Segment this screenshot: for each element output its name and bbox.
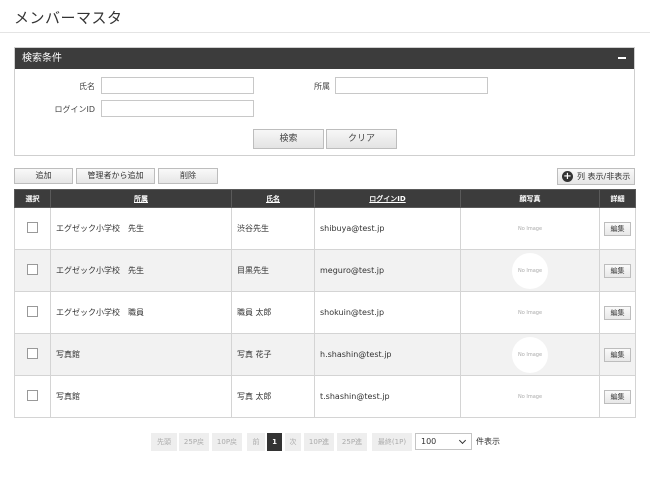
clear-button[interactable]: クリア (326, 129, 397, 149)
header-affiliation[interactable]: 所属 (50, 189, 232, 208)
title-divider (0, 32, 650, 33)
collapse-icon[interactable] (618, 57, 626, 59)
edit-button[interactable]: 編集 (604, 263, 631, 278)
search-panel-header[interactable]: 検索条件 (15, 48, 634, 69)
login-id-label: ログインID (54, 105, 95, 114)
page-back-10[interactable]: 10P戻 (212, 433, 242, 451)
header-name[interactable]: 氏名 (231, 189, 315, 208)
login-id-cell: shokuin@test.jp (314, 291, 461, 334)
header-name-label: 氏名 (266, 194, 280, 203)
header-detail: 詳細 (599, 189, 636, 208)
login-id-cell: shibuya@test.jp (314, 207, 461, 250)
detail-cell: 編集 (599, 249, 636, 292)
header-login-id[interactable]: ログインID (314, 189, 461, 208)
detail-cell: 編集 (599, 291, 636, 334)
login-id-cell: meguro@test.jp (314, 249, 461, 292)
detail-cell: 編集 (599, 333, 636, 376)
affiliation-cell: エグゼック小学校 職員 (50, 291, 232, 334)
header-photo: 顔写真 (460, 189, 600, 208)
page-forward-25[interactable]: 25P進 (337, 433, 367, 451)
page-title: メンバーマスタ (14, 9, 123, 27)
name-label: 氏名 (79, 82, 95, 91)
edit-button[interactable]: 編集 (604, 305, 631, 320)
photo-cell: No Image (460, 333, 600, 376)
no-image-placeholder: No Image (512, 252, 548, 289)
row-checkbox[interactable] (27, 222, 38, 233)
page-back-25[interactable]: 25P戻 (179, 433, 209, 451)
plus-circle-icon: + (562, 171, 573, 182)
select-cell (14, 375, 51, 418)
chevron-down-icon (458, 436, 467, 445)
table-row: 写真館 写真 花子 h.shashin@test.jp No Image 編集 (14, 333, 636, 376)
table-row: エグゼック小学校 先生 渋谷先生 shibuya@test.jp No Imag… (14, 207, 636, 250)
table-row: エグゼック小学校 職員 職員 太郎 shokuin@test.jp No Ima… (14, 291, 636, 334)
column-toggle-label: 列 表示/非表示 (577, 172, 631, 181)
delete-button[interactable]: 削除 (158, 168, 218, 184)
table-row: エグゼック小学校 先生 目黒先生 meguro@test.jp No Image… (14, 249, 636, 292)
edit-button[interactable]: 編集 (604, 347, 631, 362)
edit-button[interactable]: 編集 (604, 221, 631, 236)
detail-cell: 編集 (599, 375, 636, 418)
row-checkbox[interactable] (27, 264, 38, 275)
no-image-placeholder: No Image (517, 225, 543, 232)
table-header-row: 選択 所属 氏名 ログインID 顔写真 詳細 (14, 189, 636, 208)
per-page-select[interactable]: 100 (415, 433, 472, 450)
select-cell (14, 333, 51, 376)
per-page-value: 100 (421, 437, 437, 446)
photo-cell: No Image (460, 291, 600, 334)
affiliation-cell: エグゼック小学校 先生 (50, 249, 232, 292)
search-panel: 検索条件 氏名 所属 ログインID 検索 クリア (14, 47, 635, 156)
name-cell: 渋谷先生 (231, 207, 315, 250)
row-checkbox[interactable] (27, 348, 38, 359)
name-cell: 写真 太郎 (231, 375, 315, 418)
row-checkbox[interactable] (27, 390, 38, 401)
add-button[interactable]: 追加 (14, 168, 73, 184)
login-id-input[interactable] (101, 100, 254, 117)
photo-cell: No Image (460, 207, 600, 250)
member-table: 選択 所属 氏名 ログインID 顔写真 詳細 エグゼック小学校 先生 渋谷先生 … (14, 189, 636, 418)
affiliation-cell: エグゼック小学校 先生 (50, 207, 232, 250)
header-select: 選択 (14, 189, 51, 208)
page-prev[interactable]: 前 (247, 433, 265, 451)
table-row: 写真館 写真 太郎 t.shashin@test.jp No Image 編集 (14, 375, 636, 418)
affiliation-cell: 写真館 (50, 375, 232, 418)
name-cell: 写真 花子 (231, 333, 315, 376)
login-id-cell: h.shashin@test.jp (314, 333, 461, 376)
affiliation-input[interactable] (335, 77, 488, 94)
photo-cell: No Image (460, 249, 600, 292)
header-affiliation-label: 所属 (134, 194, 148, 203)
search-panel-title: 検索条件 (22, 53, 62, 64)
add-from-admin-button[interactable]: 管理者から追加 (76, 168, 155, 184)
edit-button[interactable]: 編集 (604, 389, 631, 404)
no-image-placeholder: No Image (517, 309, 543, 316)
page-last[interactable]: 最終(1P) (372, 433, 412, 451)
page-next[interactable]: 次 (285, 433, 301, 451)
name-cell: 目黒先生 (231, 249, 315, 292)
per-page-suffix: 件表示 (476, 437, 500, 446)
detail-cell: 編集 (599, 207, 636, 250)
name-input[interactable] (101, 77, 254, 94)
page-first[interactable]: 先頭 (151, 433, 177, 451)
no-image-placeholder: No Image (517, 393, 543, 400)
page-current: 1 (267, 433, 282, 451)
login-id-cell: t.shashin@test.jp (314, 375, 461, 418)
column-toggle-button[interactable]: + 列 表示/非表示 (557, 168, 635, 185)
affiliation-cell: 写真館 (50, 333, 232, 376)
select-cell (14, 291, 51, 334)
select-cell (14, 249, 51, 292)
row-checkbox[interactable] (27, 306, 38, 317)
select-cell (14, 207, 51, 250)
no-image-placeholder: No Image (512, 336, 548, 373)
photo-cell: No Image (460, 375, 600, 418)
name-cell: 職員 太郎 (231, 291, 315, 334)
page-forward-10[interactable]: 10P進 (304, 433, 334, 451)
header-login-id-label: ログインID (369, 194, 406, 203)
search-button[interactable]: 検索 (253, 129, 324, 149)
affiliation-label: 所属 (314, 82, 330, 91)
